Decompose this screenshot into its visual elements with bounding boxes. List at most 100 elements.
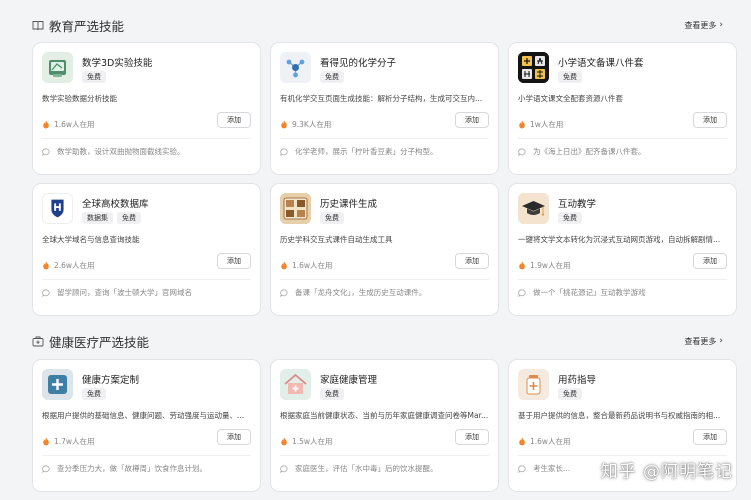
section-header-health: 健康医疗严选技能 查看更多 › [32,329,737,353]
example-text: 化学老师，展示「柠叶香豆素」分子构型。 [295,147,438,156]
section-title: 健康医疗严选技能 [49,334,150,350]
usage-text: 1.7w人在用 [54,437,95,446]
usage-count: 1.6w人在用 [280,260,333,271]
usage-text: 1.9w人在用 [530,261,571,270]
skill-card[interactable]: 全球高校数据库 数据集 免费 全球大学域名与信息查询技能 2.6w人在用 添加 … [32,183,261,316]
divider [518,138,727,139]
skill-card[interactable]: 健康方案定制 免费 根据用户提供的基础信息、健康问题、劳动强度与运动量、... … [32,359,261,492]
math-3d-icon [42,52,73,83]
skill-card[interactable]: 小学语文备课八件套 免费 小学语文课文全配套资源八件套 1w人在用 添加 为《海… [508,42,737,175]
usage-count: 1.9w人在用 [518,260,571,271]
skill-card[interactable]: 互动教学 免费 一键将文学文本转化为沉浸式互动网页游戏，自动拆解剧情... 1.… [508,183,737,316]
medicine-icon [518,369,549,400]
skill-card[interactable]: 历史课件生成 免费 历史学科交互式课件自动生成工具 1.6w人在用 添加 备课「… [270,183,499,316]
badge-list: 免费 [558,388,582,400]
chat-bubble-icon [518,288,526,297]
molecule-icon [280,52,311,83]
add-button[interactable]: 添加 [217,429,251,445]
example-prompt: 备课「龙舟文化」，生成历史互动课件。 [280,287,492,298]
badge-list: 免费 [558,212,582,224]
example-text: 家庭医生，评估「水中毒」后的饮水提醒。 [295,464,438,473]
example-prompt: 做一个「桃花源记」互动教学游戏 [518,287,730,298]
example-prompt: 留学顾问，查询「波士顿大学」官网域名 [42,287,254,298]
skill-description: 一键将文学文本转化为沉浸式互动网页游戏，自动拆解剧情... [518,235,721,244]
add-button[interactable]: 添加 [693,253,727,269]
fire-icon [281,437,287,446]
example-text: 为《海上日出》配齐备课八件套。 [533,147,646,156]
chat-bubble-icon [280,288,288,297]
skill-name: 用药指导 [558,375,597,386]
watermark: 知乎 @阿明笔记 [600,462,733,482]
badge-list: 免费 [82,71,106,83]
divider [518,455,727,456]
usage-text: 1w人在用 [530,120,564,129]
badge-free: 免费 [558,388,582,400]
usage-text: 1.5w人在用 [292,437,333,446]
add-button[interactable]: 添加 [217,112,251,128]
see-more-label: 查看更多 [684,20,717,30]
chevron-right-icon: › [719,19,723,30]
skill-name: 小学语文备课八件套 [558,58,644,69]
home-health-icon [280,369,311,400]
usage-count: 1.6w人在用 [42,119,95,130]
badge-free: 免费 [320,388,344,400]
add-button[interactable]: 添加 [217,253,251,269]
chat-bubble-icon [42,147,50,156]
see-more-link[interactable]: 查看更多 › [684,336,723,347]
see-more-link[interactable]: 查看更多 › [684,20,723,31]
badge-free: 免费 [320,212,344,224]
graduation-cap-icon [518,193,549,224]
example-text: 做一个「桃花源记」互动教学游戏 [533,288,646,297]
usage-count: 2.6w人在用 [42,260,95,271]
add-button[interactable]: 添加 [693,429,727,445]
chat-bubble-icon [280,147,288,156]
section-title: 教育严选技能 [49,18,125,34]
example-text: 留学顾问，查询「波士顿大学」官网域名 [57,288,192,297]
divider [280,138,489,139]
usage-text: 1.6w人在用 [54,120,95,129]
badge-list: 免费 [558,71,582,83]
skill-description: 根据家庭当前健康状态、当前与历年家庭健康调查问卷等Mar... [280,411,489,420]
add-button[interactable]: 添加 [455,253,489,269]
chat-bubble-icon [518,147,526,156]
chat-bubble-icon [42,464,50,473]
add-button[interactable]: 添加 [693,112,727,128]
history-icon [280,193,311,224]
skill-name: 历史课件生成 [320,199,378,210]
badge-free: 免费 [117,212,141,224]
fire-icon [519,261,525,270]
skill-card[interactable]: 看得见的化学分子 免费 有机化学交互页面生成技能：解析分子结构，生成可交互内..… [270,42,499,175]
university-logo-icon [42,193,73,224]
divider [518,279,727,280]
skill-card[interactable]: 数学3D实验技能 免费 数学实验数据分析技能 1.6w人在用 添加 数学助教，设… [32,42,261,175]
skill-description: 基于用户提供的信息，整合最新药品说明书与权威指南的相... [518,411,721,420]
add-button[interactable]: 添加 [455,429,489,445]
skill-card[interactable]: 家庭健康管理 免费 根据家庭当前健康状态、当前与历年家庭健康调查问卷等Mar..… [270,359,499,492]
divider [280,455,489,456]
badge-free: 免费 [82,388,106,400]
badge-list: 数据集 免费 [82,212,141,224]
see-more-label: 查看更多 [684,336,717,346]
chevron-right-icon: › [719,335,723,346]
usage-text: 9.3K人在用 [292,120,332,129]
skill-name: 健康方案定制 [82,375,140,386]
add-button[interactable]: 添加 [455,112,489,128]
skill-name: 数学3D实验技能 [82,58,153,69]
badge-free: 免费 [558,212,582,224]
divider [42,138,251,139]
badge-list: 免费 [320,71,344,83]
fire-icon [281,261,287,270]
chat-bubble-icon [42,288,50,297]
usage-count: 1.7w人在用 [42,436,95,447]
badge-list: 免费 [320,388,344,400]
book-icon [32,19,44,31]
divider [42,455,251,456]
usage-text: 1.6w人在用 [530,437,571,446]
divider [280,279,489,280]
skill-name: 全球高校数据库 [82,199,149,210]
fire-icon [43,261,49,270]
badge-free: 免费 [320,71,344,83]
usage-count: 1.6w人在用 [518,436,571,447]
example-prompt: 为《海上日出》配齐备课八件套。 [518,146,730,157]
example-prompt: 化学老师，展示「柠叶香豆素」分子构型。 [280,146,492,157]
